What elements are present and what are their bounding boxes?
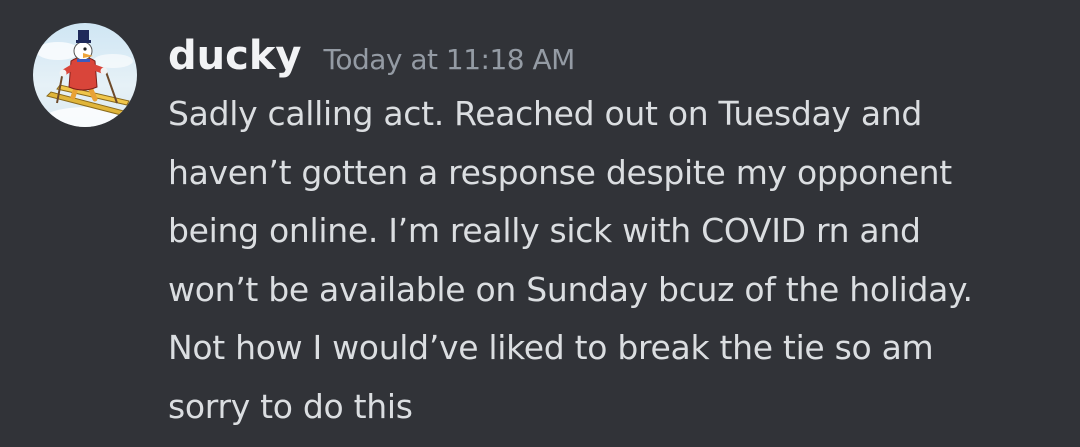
message-content: Sadly calling act. Reached out on Tuesda…: [168, 85, 1048, 436]
message-header: ducky Today at 11:18 AM: [168, 30, 575, 86]
message-text-line: haven’t gotten a response despite my opp…: [168, 152, 952, 192]
author-name[interactable]: ducky: [168, 30, 302, 82]
message-timestamp[interactable]: Today at 11:18 AM: [324, 34, 576, 86]
message-text-line: won’t be available on Sunday bcuz of the…: [168, 269, 973, 309]
user-avatar[interactable]: [33, 23, 137, 127]
message-text-line: Not how I would’ve liked to break the ti…: [168, 328, 934, 367]
message-text-line: sorry to do this: [168, 386, 413, 426]
duck-skier-avatar-icon: [33, 23, 137, 127]
message-text-line: being online. I’m really sick with COVID…: [168, 211, 921, 250]
chat-message: ducky Today at 11:18 AM Sadly calling ac…: [0, 0, 1080, 447]
message-text-line: Sadly calling act. Reached out on Tuesda…: [168, 94, 923, 133]
